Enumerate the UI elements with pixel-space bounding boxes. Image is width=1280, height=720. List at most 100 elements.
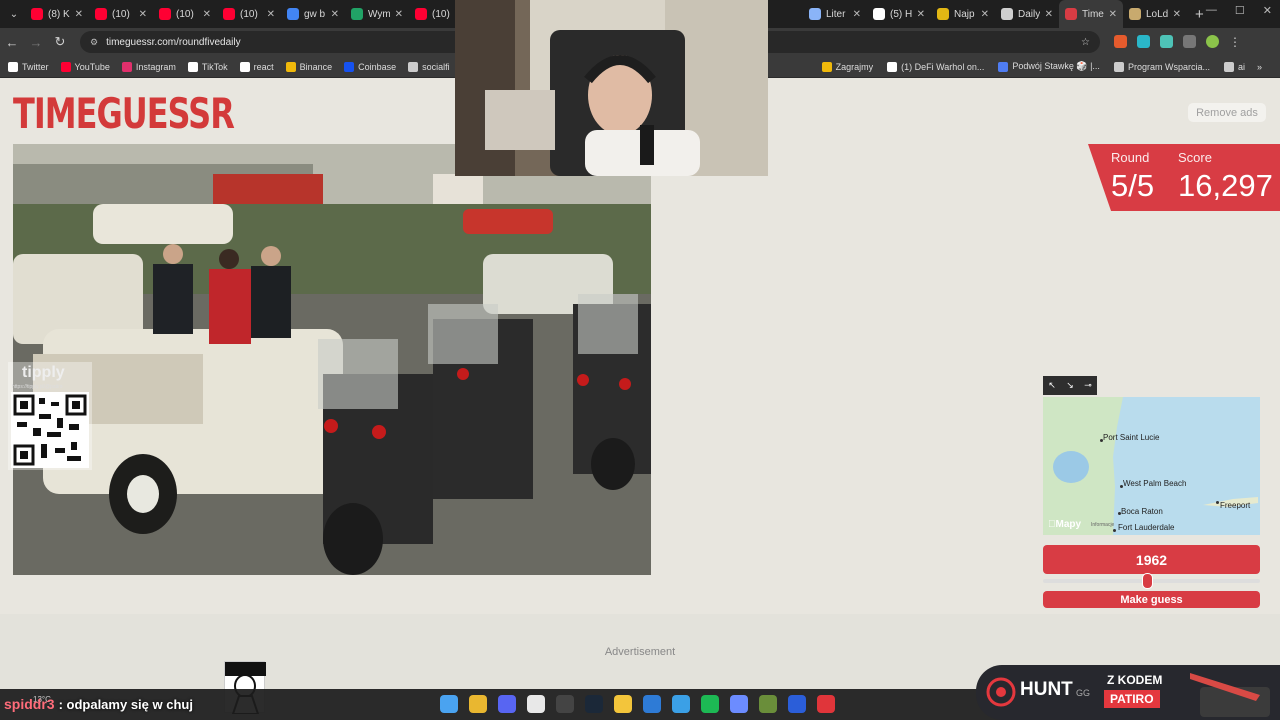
- pin-map-icon[interactable]: ⊸: [1084, 380, 1092, 391]
- year-slider-thumb[interactable]: [1142, 573, 1154, 589]
- steam-icon[interactable]: [585, 695, 603, 713]
- tab-close-icon[interactable]: ✕: [853, 9, 861, 20]
- bookmark-label: react: [253, 61, 274, 72]
- browser-tab[interactable]: Wym ✕: [345, 0, 409, 28]
- minecraft-icon[interactable]: [759, 695, 777, 713]
- apple-maps-attribution: Mapy: [1048, 519, 1081, 530]
- timeguessr-logo[interactable]: TIMEGUESSR: [13, 89, 235, 138]
- forward-arrow-icon[interactable]: →: [24, 35, 48, 50]
- browser-tab[interactable]: gw b ✕: [281, 0, 345, 28]
- map-marker: [1216, 501, 1219, 504]
- browser-tab[interactable]: (10) ✕: [89, 0, 153, 28]
- map-label: Fort Lauderdale: [1118, 523, 1175, 532]
- tab-close-icon[interactable]: ✕: [75, 9, 83, 20]
- profile-avatar[interactable]: [1206, 35, 1219, 48]
- make-guess-button[interactable]: Make guess: [1043, 591, 1260, 608]
- bookmark-item[interactable]: Binance: [285, 61, 332, 72]
- map-info-link[interactable]: Informacje: [1091, 522, 1114, 528]
- spotify-icon[interactable]: [701, 695, 719, 713]
- chrome-icon[interactable]: [469, 695, 487, 713]
- bookmark-item[interactable]: YouTube: [60, 61, 110, 72]
- browser-tab[interactable]: Daily ✕: [995, 0, 1059, 28]
- extensions-puzzle-icon[interactable]: [1183, 35, 1196, 48]
- bookmark-item[interactable]: socialfi: [408, 61, 450, 72]
- close-window-icon[interactable]: ✕: [1263, 4, 1272, 17]
- folder-icon[interactable]: [614, 695, 632, 713]
- bookmark-item[interactable]: Podwój Stawkę 🎲 |...: [998, 61, 1100, 72]
- expand-map-icon[interactable]: ↖: [1048, 380, 1056, 391]
- bookmark-item[interactable]: ai: [1223, 61, 1245, 72]
- new-tab-button[interactable]: +: [1195, 6, 1204, 23]
- bookmark-star-icon[interactable]: ☆: [1081, 37, 1090, 48]
- maximize-icon[interactable]: ☐: [1235, 4, 1245, 17]
- chat-text: : odpalamy się w chuj: [58, 696, 193, 712]
- tab-title: Time: [1082, 8, 1104, 20]
- bookmark-item[interactable]: react: [239, 61, 274, 72]
- motorcade-photo: [13, 144, 651, 575]
- tab-close-icon[interactable]: ✕: [1109, 9, 1117, 20]
- extension-icon[interactable]: [1137, 35, 1150, 48]
- tab-close-icon[interactable]: ✕: [1173, 9, 1181, 20]
- app-icon[interactable]: [730, 695, 748, 713]
- tab-title: (10): [176, 8, 194, 20]
- tab-title: gw b: [304, 8, 326, 20]
- back-arrow-icon[interactable]: ←: [0, 35, 24, 50]
- vscode-icon[interactable]: [672, 695, 690, 713]
- tab-title: Najp: [954, 8, 975, 20]
- bookmark-item[interactable]: Zagrajmy: [821, 61, 873, 72]
- discord-icon[interactable]: [498, 695, 516, 713]
- score-label: Score: [1178, 150, 1212, 165]
- tipply-title: tipply: [22, 364, 65, 381]
- snip-icon[interactable]: [527, 695, 545, 713]
- bookmark-label: (1) DeFi Warhol on...: [901, 61, 985, 72]
- browser-tab[interactable]: Time ✕: [1059, 0, 1123, 28]
- bookmark-label: Program Wsparcia...: [1127, 61, 1210, 72]
- remove-ads-button[interactable]: Remove ads: [1188, 103, 1266, 122]
- bookmark-item[interactable]: Instagram: [121, 61, 176, 72]
- bookmark-item[interactable]: Coinbase: [344, 61, 396, 72]
- tab-close-icon[interactable]: ✕: [1045, 9, 1053, 20]
- webcam-feed: [455, 0, 768, 176]
- bookmark-item[interactable]: Program Wsparcia...: [1113, 61, 1210, 72]
- tab-favicon-icon: [873, 8, 885, 20]
- promo-code: PATIRO: [1104, 690, 1160, 708]
- tab-search-button[interactable]: ⌄: [3, 3, 25, 25]
- tab-favicon-icon: [287, 8, 299, 20]
- tab-close-icon[interactable]: ✕: [139, 9, 147, 20]
- bookmark-label: socialfi: [422, 61, 450, 72]
- year-display: 1962: [1043, 545, 1260, 574]
- windows-icon[interactable]: [440, 695, 458, 713]
- tab-close-icon[interactable]: ✕: [203, 9, 211, 20]
- tab-close-icon[interactable]: ✕: [331, 9, 339, 20]
- ccleaner-icon[interactable]: [643, 695, 661, 713]
- browser-tab[interactable]: (8) K ✕: [25, 0, 89, 28]
- minimize-icon[interactable]: —: [1206, 4, 1217, 17]
- extension-icon[interactable]: [1114, 35, 1127, 48]
- browser-tab[interactable]: LoLd ✕: [1123, 0, 1187, 28]
- more-bookmarks-icon[interactable]: »: [1257, 62, 1262, 72]
- browser-tab[interactable]: Liter ✕: [803, 0, 867, 28]
- tab-close-icon[interactable]: ✕: [917, 9, 925, 20]
- tab-close-icon[interactable]: ✕: [395, 9, 403, 20]
- site-info-icon[interactable]: ⚙: [90, 37, 98, 48]
- bookmark-item[interactable]: (1) DeFi Warhol on...: [887, 61, 984, 72]
- browser-tab[interactable]: (10) ✕: [153, 0, 217, 28]
- x-app-icon[interactable]: [788, 695, 806, 713]
- map-label: Port Saint Lucie: [1103, 433, 1160, 442]
- tab-favicon-icon: [223, 8, 235, 20]
- bookmark-item[interactable]: TikTok: [187, 61, 228, 72]
- extension-icon[interactable]: [1160, 35, 1173, 48]
- tab-close-icon[interactable]: ✕: [267, 9, 275, 20]
- menu-kebab-icon[interactable]: ⋮: [1229, 35, 1241, 49]
- power-icon[interactable]: [817, 695, 835, 713]
- bookmark-item[interactable]: Twitter: [8, 61, 49, 72]
- guess-map[interactable]: Port Saint Lucie West Palm Beach Freepor…: [1043, 397, 1260, 535]
- obs-icon[interactable]: [556, 695, 574, 713]
- tab-close-icon[interactable]: ✕: [981, 9, 989, 20]
- reload-icon[interactable]: ↻: [48, 34, 72, 50]
- shrink-map-icon[interactable]: ↘: [1066, 380, 1074, 391]
- browser-tab[interactable]: (5) H ✕: [867, 0, 931, 28]
- browser-tab[interactable]: (10) ✕: [217, 0, 281, 28]
- tab-favicon-icon: [95, 8, 107, 20]
- browser-tab[interactable]: Najp ✕: [931, 0, 995, 28]
